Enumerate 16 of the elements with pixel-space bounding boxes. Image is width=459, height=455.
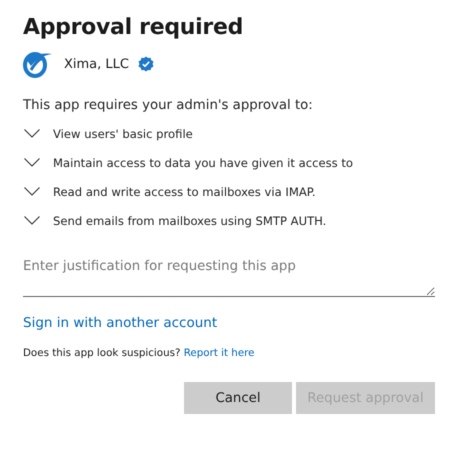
- sign-in-link[interactable]: Sign in with another account: [23, 315, 218, 331]
- dialog-title: Approval required: [23, 15, 244, 40]
- permission-label: Maintain access to data you have given it access to: [53, 156, 354, 170]
- chevron-icon[interactable]: [24, 187, 40, 196]
- report-link[interactable]: Report it here: [184, 347, 254, 359]
- logo-icon: [23, 50, 53, 78]
- chevron-icon[interactable]: [24, 129, 40, 138]
- chevron-icon[interactable]: [24, 216, 40, 225]
- permission-label: View users' basic profile: [53, 126, 193, 140]
- intro-text: This app requires your admin's approval to:: [23, 98, 314, 113]
- cancel-button[interactable]: Cancel: [184, 382, 292, 414]
- publisher-name: Xima, LLC: [64, 56, 129, 72]
- suspicious-text: Does this app look suspicious? Report it here: [23, 347, 256, 359]
- permission-label: Read and write access to mailboxes via IMAP.: [53, 184, 316, 198]
- permission-label: Send emails from mailboxes using SMTP AUTH.: [53, 214, 326, 228]
- chevron-icon[interactable]: [24, 158, 40, 167]
